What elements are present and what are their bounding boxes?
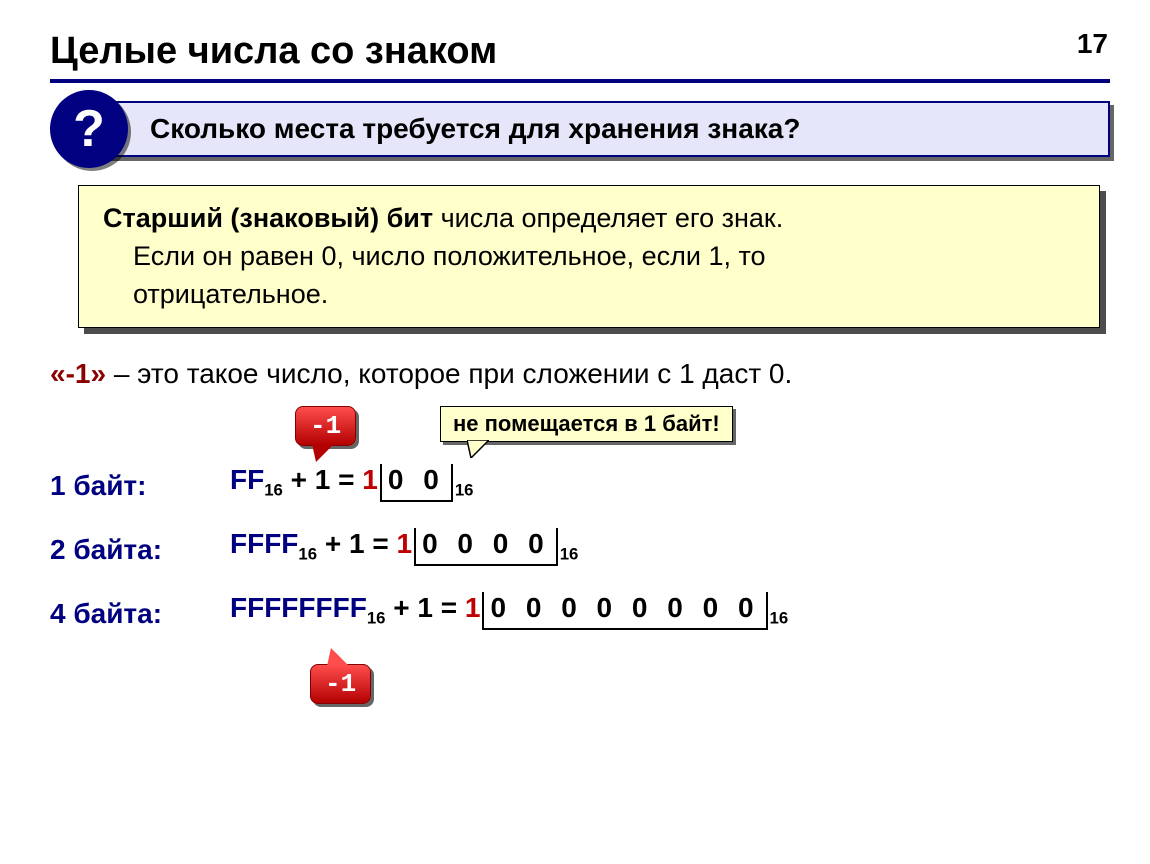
info-line-3: отрицательное. — [103, 276, 1079, 314]
note-bubble: не помещается в 1 байт! — [440, 406, 733, 442]
page-number: 17 — [1077, 28, 1108, 60]
equation-row: 2 байта: FFFF16 + 1 = 10 0 0 016 — [50, 516, 1110, 566]
zeros-box: 0 0 — [380, 464, 453, 502]
hex-value: FFFF — [230, 528, 298, 559]
question-text: Сколько места требуется для хранения зна… — [78, 101, 1110, 157]
question-block: ? Сколько места требуется для хранения з… — [78, 101, 1110, 157]
info-line-2: Если он равен 0, число положительное, ес… — [103, 238, 1079, 276]
info-rest-1: числа определяет его знак. — [433, 203, 783, 233]
hex-value: FF — [230, 464, 264, 495]
hex-sub: 16 — [264, 481, 283, 500]
row-label: 4 байта: — [50, 598, 230, 630]
question-mark-icon: ? — [50, 90, 128, 168]
row-equation: FFFF16 + 1 = 10 0 0 016 — [230, 528, 578, 566]
result-sub: 16 — [560, 545, 579, 564]
result-sub: 16 — [770, 609, 789, 628]
row-label: 2 байта: — [50, 534, 230, 566]
plus-one: + 1 = — [283, 464, 362, 495]
result-sub: 16 — [455, 481, 474, 500]
bottom-callout-wrap: -1 — [50, 644, 1110, 734]
def-prefix: «-1» — [50, 358, 106, 389]
overflow-one: 1 — [362, 464, 378, 495]
slide: 17 Целые числа со знаком ? Сколько места… — [0, 0, 1150, 734]
equation-rows: -1 не помещается в 1 байт! 1 байт: FF16 … — [50, 412, 1110, 734]
callout-tip-icon — [327, 648, 349, 666]
info-bold: Старший (знаковый) бит — [103, 203, 433, 233]
row-1-wrap: -1 не помещается в 1 байт! 1 байт: FF16 … — [50, 412, 1110, 502]
plus-one: + 1 = — [317, 528, 396, 559]
definition-line: «-1» – это такое число, которое при слож… — [50, 358, 1110, 390]
def-rest: – это такое число, которое при сложении … — [106, 358, 792, 389]
callout-minus-one-top: -1 — [295, 406, 356, 446]
row-label: 1 байт: — [50, 470, 230, 502]
info-box: Старший (знаковый) бит числа определяет … — [78, 185, 1100, 328]
row-equation: FFFFFFFF16 + 1 = 10 0 0 0 0 0 0 016 — [230, 592, 788, 630]
plus-one: + 1 = — [386, 592, 465, 623]
equation-row: 4 байта: FFFFFFFF16 + 1 = 10 0 0 0 0 0 0… — [50, 580, 1110, 630]
hex-sub: 16 — [367, 609, 386, 628]
title-underline — [50, 79, 1110, 83]
hex-value: FFFFFFFF — [230, 592, 367, 623]
page-title: Целые числа со знаком — [50, 30, 1110, 73]
hex-sub: 16 — [298, 545, 317, 564]
overflow-one: 1 — [397, 528, 413, 559]
row-equation: FF16 + 1 = 10 016 — [230, 464, 473, 502]
zeros-box: 0 0 0 0 — [414, 528, 558, 566]
zeros-box: 0 0 0 0 0 0 0 0 — [482, 592, 767, 630]
equation-row: 1 байт: FF16 + 1 = 10 016 — [50, 452, 1110, 502]
overflow-one: 1 — [465, 592, 481, 623]
callout-minus-one-bottom: -1 — [310, 664, 371, 704]
